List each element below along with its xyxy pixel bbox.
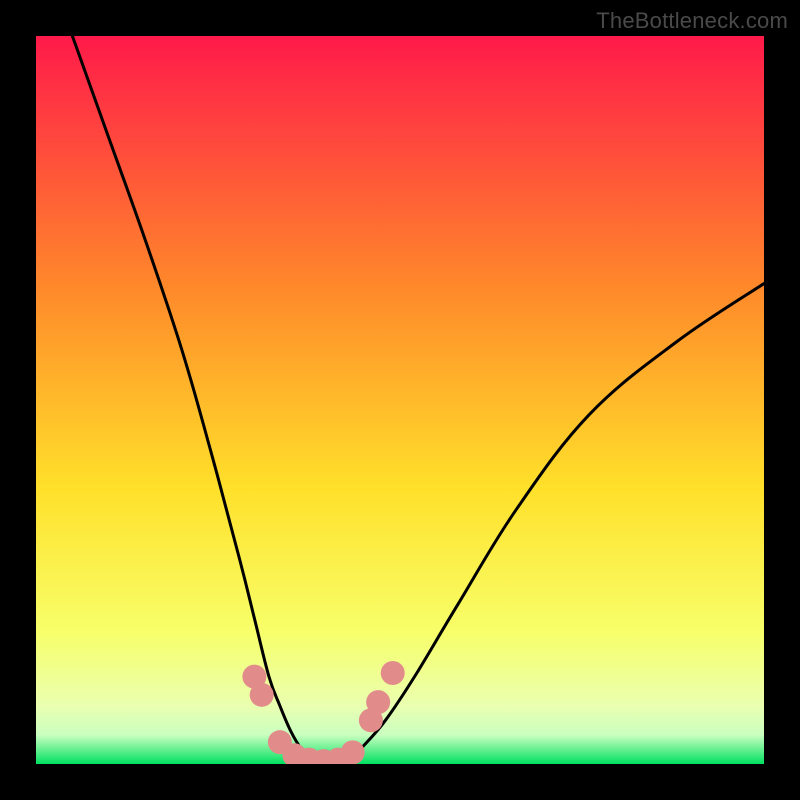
watermark-text: TheBottleneck.com	[596, 8, 788, 34]
highlight-dot	[366, 690, 390, 714]
plot-area	[36, 36, 764, 764]
highlight-dot	[250, 683, 274, 707]
gradient-background	[36, 36, 764, 764]
highlight-dot	[381, 661, 405, 685]
chart-container: TheBottleneck.com	[0, 0, 800, 800]
highlight-dot	[341, 740, 365, 764]
chart-svg	[36, 36, 764, 764]
